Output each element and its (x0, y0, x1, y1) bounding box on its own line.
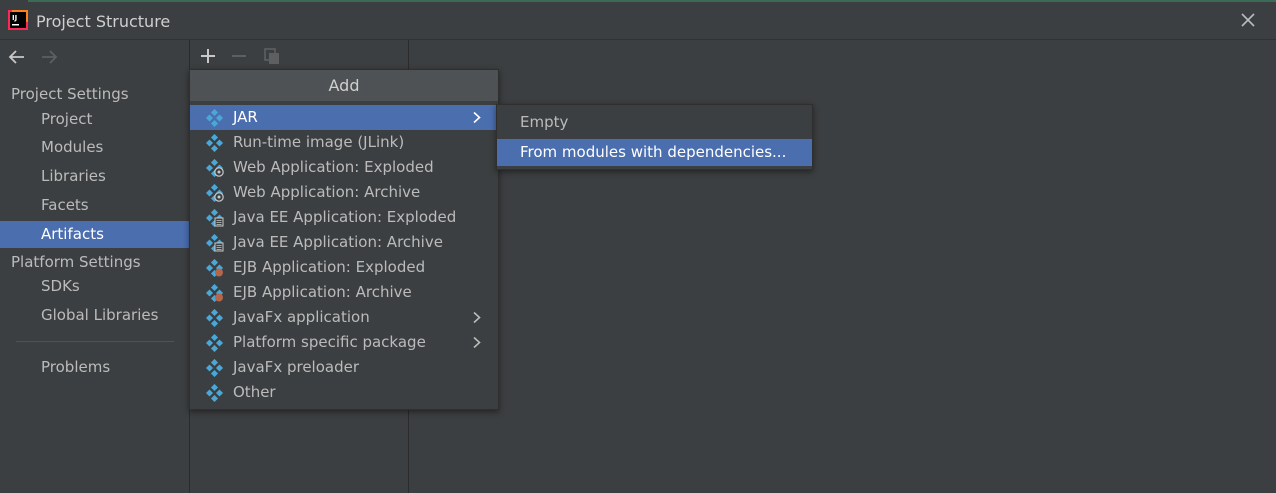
artifact-icon (206, 334, 224, 352)
artifact-icon (206, 134, 224, 152)
ejb-artifact-icon (206, 259, 224, 277)
menu-item-javafx-preloader[interactable]: JavaFx preloader (190, 355, 498, 380)
sidebar-item-problems[interactable]: Problems (0, 354, 189, 381)
javaee-artifact-icon (206, 234, 224, 252)
menu-item-javaee-app-archive[interactable]: Java EE Application: Archive (190, 230, 498, 255)
menu-item-ejb-app-archive[interactable]: EJB Application: Archive (190, 280, 498, 305)
menu-item-label: Web Application: Exploded (233, 158, 434, 176)
menu-item-label: EJB Application: Exploded (233, 258, 426, 276)
artifact-icon (206, 359, 224, 377)
menu-item-label: JavaFx application (233, 308, 370, 326)
web-artifact-icon (206, 159, 224, 177)
sidebar-item-artifacts[interactable]: Artifacts (0, 221, 189, 248)
menu-item-jar[interactable]: JAR (190, 105, 498, 130)
menu-item-label: JavaFx preloader (233, 358, 359, 376)
top-accent-line (28, 0, 1276, 2)
intellij-idea-logo: IJ (8, 10, 28, 30)
sidebar-item-facets[interactable]: Facets (0, 192, 189, 219)
window-title: Project Structure (36, 12, 171, 31)
menu-item-label: Java EE Application: Exploded (233, 208, 457, 226)
sidebar-item-global-libraries[interactable]: Global Libraries (0, 302, 189, 329)
sidebar-item-modules[interactable]: Modules (0, 134, 189, 161)
submenu-item-empty[interactable]: Empty (497, 109, 812, 136)
menu-item-other[interactable]: Other (190, 380, 498, 405)
menu-item-label: Platform specific package (233, 333, 426, 351)
menu-item-runtime-image[interactable]: Run-time image (JLink) (190, 130, 498, 155)
project-settings-heading: Project Settings (11, 85, 129, 103)
menu-item-label: JAR (233, 108, 258, 126)
plus-icon[interactable] (198, 46, 218, 66)
menu-item-web-app-archive[interactable]: Web Application: Archive (190, 180, 498, 205)
ejb-artifact-icon (206, 284, 224, 302)
chevron-right-icon (473, 336, 481, 349)
menu-item-platform-package[interactable]: Platform specific package (190, 330, 498, 355)
add-artifact-popup: Add JAR Run-time image (JLink) Web Applica… (189, 69, 499, 410)
web-artifact-icon (206, 184, 224, 202)
chevron-right-icon (473, 111, 481, 124)
arrow-right-icon (42, 50, 58, 64)
javaee-artifact-icon (206, 209, 224, 227)
artifact-icon (206, 384, 224, 402)
popup-title: Add (190, 70, 498, 101)
arrow-left-icon[interactable] (8, 49, 26, 65)
settings-sidebar: Project Settings Project Modules Librari… (0, 40, 190, 493)
copy-icon (264, 48, 279, 64)
menu-item-ejb-app-exploded[interactable]: EJB Application: Exploded (190, 255, 498, 280)
menu-item-label: Other (233, 383, 276, 401)
title-bar: IJ Project Structure (0, 4, 1276, 40)
minus-icon (232, 55, 246, 57)
sidebar-item-sdks[interactable]: SDKs (0, 273, 189, 300)
svg-text:IJ: IJ (12, 14, 17, 22)
artifact-icon (206, 309, 224, 327)
close-icon[interactable] (1240, 12, 1256, 28)
jar-submenu: Empty From modules with dependencies... (496, 104, 813, 170)
sidebar-divider (16, 341, 174, 342)
artifact-icon (206, 109, 224, 127)
sidebar-item-project[interactable]: Project (0, 106, 189, 133)
menu-item-javaee-app-exploded[interactable]: Java EE Application: Exploded (190, 205, 498, 230)
menu-item-label: Run-time image (JLink) (233, 133, 405, 151)
menu-item-web-app-exploded[interactable]: Web Application: Exploded (190, 155, 498, 180)
menu-item-label: Java EE Application: Archive (233, 233, 443, 251)
menu-item-javafx-application[interactable]: JavaFx application (190, 305, 498, 330)
submenu-item-from-modules[interactable]: From modules with dependencies... (497, 139, 812, 166)
platform-settings-heading: Platform Settings (11, 253, 141, 271)
sidebar-item-libraries[interactable]: Libraries (0, 163, 189, 190)
chevron-right-icon (473, 311, 481, 324)
menu-item-label: Web Application: Archive (233, 183, 421, 201)
menu-item-label: EJB Application: Archive (233, 283, 412, 301)
